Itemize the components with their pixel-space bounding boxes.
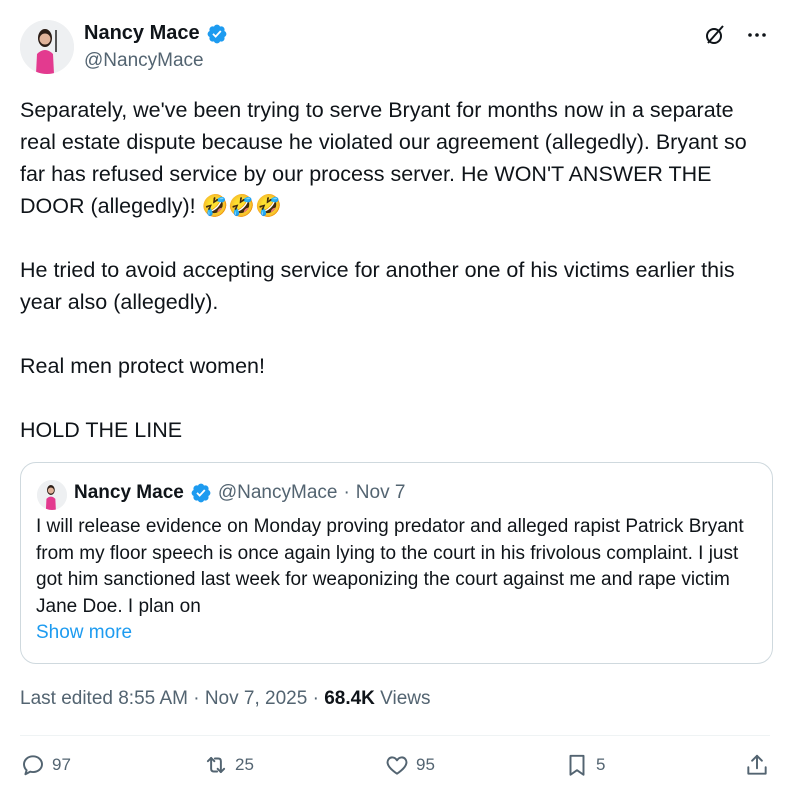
quote-author-avatar <box>37 480 67 510</box>
reply-button[interactable]: 97 <box>20 752 71 778</box>
views-count: 68.4K <box>324 688 375 709</box>
author-name-row: Nancy Mace <box>84 22 228 45</box>
repost-button[interactable]: 25 <box>203 752 254 778</box>
action-bar: 97 25 95 5 <box>20 752 772 786</box>
tweet-paragraph: HOLD THE LINE <box>20 418 183 442</box>
grok-icon[interactable] <box>702 22 728 48</box>
author-handle[interactable]: @NancyMace <box>84 50 204 72</box>
reply-icon <box>23 755 43 776</box>
edited-timestamp[interactable]: Last edited 8:55 AM · Nov 7, 2025 · <box>20 688 319 709</box>
tweet-paragraph: He tried to avoid accepting service for … <box>20 258 735 314</box>
tweet-meta: Last edited 8:55 AM · Nov 7, 2025 · 68.4… <box>20 688 431 710</box>
like-button[interactable]: 95 <box>384 752 435 778</box>
tweet-paragraph: Separately, we've been trying to serve B… <box>20 98 747 218</box>
repost-icon <box>206 756 226 774</box>
divider <box>20 735 770 736</box>
author-avatar[interactable] <box>20 20 74 74</box>
bookmark-icon <box>569 754 585 776</box>
more-icon[interactable] <box>744 22 770 48</box>
top-actions <box>702 22 770 48</box>
like-icon <box>386 756 408 775</box>
tweet-paragraph: Real men protect women! <box>20 354 265 378</box>
verified-badge-icon <box>207 24 227 43</box>
tweet-text: Separately, we've been trying to serve B… <box>20 94 770 446</box>
author-name[interactable]: Nancy Mace <box>84 22 200 45</box>
quoted-tweet[interactable] <box>20 462 773 664</box>
repost-count: 25 <box>235 755 254 774</box>
share-icon <box>747 754 767 775</box>
share-button[interactable] <box>744 752 770 778</box>
bookmark-button[interactable]: 5 <box>564 752 605 778</box>
reply-count: 97 <box>52 755 71 774</box>
show-more-link[interactable]: Show more <box>36 622 132 644</box>
like-count: 95 <box>416 755 435 774</box>
bookmark-count: 5 <box>596 755 606 774</box>
views-label: Views <box>380 688 431 709</box>
